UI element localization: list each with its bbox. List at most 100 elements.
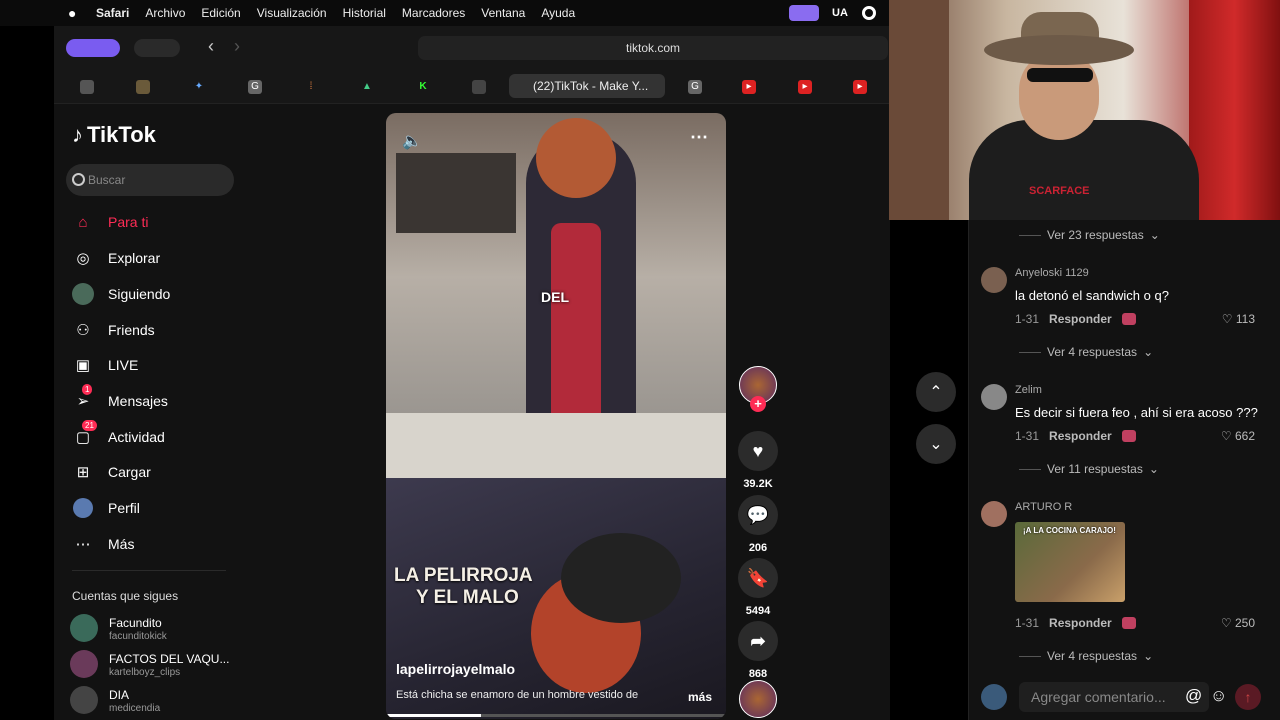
reaction-icon[interactable] bbox=[1121, 313, 1136, 325]
nav-item-mas[interactable]: ⋯ Más bbox=[72, 531, 242, 557]
avatar[interactable] bbox=[981, 267, 1007, 293]
nav-item-para-ti[interactable]: ⌂ Para ti bbox=[72, 209, 242, 235]
video-more-link[interactable]: más bbox=[688, 690, 712, 704]
menu-edicion[interactable]: Edición bbox=[201, 6, 240, 20]
reply-button[interactable]: Responder bbox=[1049, 616, 1112, 630]
followed-account[interactable]: FACTOS DEL VAQU... kartelboyz_clips bbox=[70, 650, 240, 682]
view-replies-button[interactable]: Ver 23 respuestas ⌄ bbox=[1019, 228, 1160, 242]
nav-item-actividad[interactable]: ▢ 21 Actividad bbox=[72, 420, 242, 450]
comment-user[interactable]: Anyeloski 1129 bbox=[1015, 267, 1089, 279]
tab-favicon-g2[interactable]: G bbox=[688, 80, 702, 94]
following-section-title: Cuentas que sigues bbox=[72, 589, 179, 603]
apple-icon[interactable]: ● bbox=[68, 5, 82, 21]
menu-historial[interactable]: Historial bbox=[343, 6, 386, 20]
nav-item-mensajes[interactable]: ➢ 1 Mensajes bbox=[72, 384, 242, 414]
comment-user[interactable]: Zelim bbox=[1015, 384, 1042, 396]
comment-likes[interactable]: ♡ 662 bbox=[1221, 429, 1255, 443]
tab-tiktok-active[interactable]: (22)TikTok - Make Y... bbox=[509, 74, 665, 98]
share-action[interactable]: ➦ 868 bbox=[738, 621, 778, 680]
tab-favicon-youtube-1[interactable]: ▸ bbox=[742, 80, 756, 94]
next-video-button[interactable]: ⌄ bbox=[916, 424, 956, 464]
account-handle: medicendia bbox=[109, 703, 161, 714]
control-center-icon[interactable] bbox=[862, 6, 876, 20]
url-text: tiktok.com bbox=[625, 41, 680, 55]
menu-ventana[interactable]: Ventana bbox=[481, 6, 525, 20]
emoji-icon[interactable]: ☺ bbox=[1210, 686, 1227, 706]
avatar[interactable] bbox=[981, 501, 1007, 527]
like-count: 39.2K bbox=[743, 478, 773, 490]
avatar[interactable] bbox=[981, 384, 1007, 410]
previous-video-button[interactable]: ⌃ bbox=[916, 372, 956, 412]
menu-ayuda[interactable]: Ayuda bbox=[541, 6, 575, 20]
input-source-label[interactable]: UA bbox=[832, 7, 848, 19]
menu-archivo[interactable]: Archivo bbox=[145, 6, 185, 20]
address-bar[interactable]: tiktok.com bbox=[418, 36, 888, 60]
comment-icon[interactable]: 💬 bbox=[738, 495, 778, 535]
sidebar-toggle-icon[interactable] bbox=[134, 39, 180, 57]
search-icon bbox=[72, 173, 85, 186]
tab-favicon-5[interactable]: ⁞ bbox=[304, 80, 318, 94]
nav-label: Más bbox=[108, 536, 135, 552]
mention-icon[interactable]: @ bbox=[1185, 686, 1202, 706]
reaction-icon[interactable] bbox=[1121, 617, 1136, 629]
comment-user[interactable]: ARTURO R bbox=[1015, 501, 1072, 513]
video-player[interactable]: DEL 🔈 ⋯ LA PELIRROJA Y EL MALO lapelirro… bbox=[386, 113, 726, 719]
menu-marcadores[interactable]: Marcadores bbox=[402, 6, 465, 20]
save-action[interactable]: 🔖 5494 bbox=[738, 558, 778, 617]
tab-favicon-g1[interactable]: G bbox=[248, 80, 262, 94]
nav-item-perfil[interactable]: Perfil bbox=[72, 495, 242, 521]
reply-button[interactable]: Responder bbox=[1049, 429, 1112, 443]
comment-likes[interactable]: ♡ 250 bbox=[1221, 616, 1255, 630]
like-action[interactable]: ♥ 39.2K bbox=[738, 431, 778, 490]
tab-group-button[interactable] bbox=[66, 39, 120, 57]
tab-favicon-8[interactable] bbox=[472, 80, 486, 94]
menu-safari[interactable]: Safari bbox=[96, 6, 129, 20]
nav-item-friends[interactable]: ⚇ Friends bbox=[72, 317, 242, 343]
video-options-icon[interactable]: ⋯ bbox=[690, 127, 708, 148]
reaction-icon[interactable] bbox=[1121, 430, 1136, 442]
tab-favicon-kick[interactable]: K bbox=[416, 80, 430, 94]
view-replies-button[interactable]: Ver 4 respuestas ⌄ bbox=[1019, 345, 1153, 359]
screen-share-icon[interactable] bbox=[789, 5, 819, 21]
tab-favicon-openai[interactable] bbox=[80, 80, 94, 94]
messages-icon: ➢ 1 bbox=[72, 384, 94, 412]
nav-item-explorar[interactable]: ◎ Explorar bbox=[72, 245, 242, 271]
account-name: Facundito bbox=[109, 616, 162, 630]
forward-button[interactable]: › bbox=[226, 36, 248, 60]
search-input[interactable]: Buscar bbox=[66, 164, 234, 196]
music-disc-avatar[interactable] bbox=[739, 680, 777, 718]
followed-account[interactable]: Facundito facunditokick bbox=[70, 614, 240, 646]
avatar bbox=[70, 650, 98, 678]
comment-image[interactable]: ¡A LA COCINA CARAJO! bbox=[1015, 522, 1125, 602]
view-replies-button[interactable]: Ver 11 respuestas ⌄ bbox=[1019, 462, 1159, 476]
tab-favicon-youtube-3[interactable]: ▸ bbox=[853, 80, 867, 94]
comment-action[interactable]: 💬 206 bbox=[738, 495, 778, 554]
mute-icon[interactable]: 🔈 bbox=[402, 131, 422, 151]
comment-input[interactable] bbox=[1019, 682, 1209, 712]
share-icon[interactable]: ➦ bbox=[738, 621, 778, 661]
tab-favicon-drive[interactable]: ▲ bbox=[360, 80, 374, 94]
account-name: DIA bbox=[109, 688, 130, 702]
nav-item-live[interactable]: ▣ LIVE bbox=[72, 352, 242, 378]
nav-item-siguiendo[interactable]: Siguiendo bbox=[72, 281, 242, 307]
video-title-line2: Y EL MALO bbox=[416, 587, 519, 608]
followed-account[interactable]: DIA medicendia bbox=[70, 686, 240, 718]
back-button[interactable]: ‹ bbox=[200, 36, 222, 60]
video-author[interactable]: lapelirrojayelmalo bbox=[396, 661, 515, 677]
tiktok-logo[interactable]: ♪ TikTok bbox=[72, 122, 156, 148]
menu-visualizacion[interactable]: Visualización bbox=[257, 6, 327, 20]
reply-button[interactable]: Responder bbox=[1049, 312, 1112, 326]
follow-plus-icon[interactable]: + bbox=[750, 396, 766, 412]
video-progress-bar[interactable] bbox=[386, 714, 726, 717]
send-comment-button[interactable]: ↑ bbox=[1235, 684, 1261, 710]
bookmark-icon[interactable]: 🔖 bbox=[738, 558, 778, 598]
tab-favicon-youtube-2[interactable]: ▸ bbox=[798, 80, 812, 94]
tab-favicon-2[interactable] bbox=[136, 80, 150, 94]
account-handle: facunditokick bbox=[109, 631, 167, 642]
comment-likes[interactable]: ♡ 113 bbox=[1222, 312, 1255, 326]
heart-icon[interactable]: ♥ bbox=[738, 431, 778, 471]
view-replies-button[interactable]: Ver 4 respuestas ⌄ bbox=[1019, 649, 1153, 663]
comment-text: Es decir si fuera feo , ahí si era acoso… bbox=[1015, 405, 1258, 420]
nav-item-cargar[interactable]: ⊞ Cargar bbox=[72, 459, 242, 485]
tab-favicon-gemini[interactable]: ✦ bbox=[192, 80, 206, 94]
